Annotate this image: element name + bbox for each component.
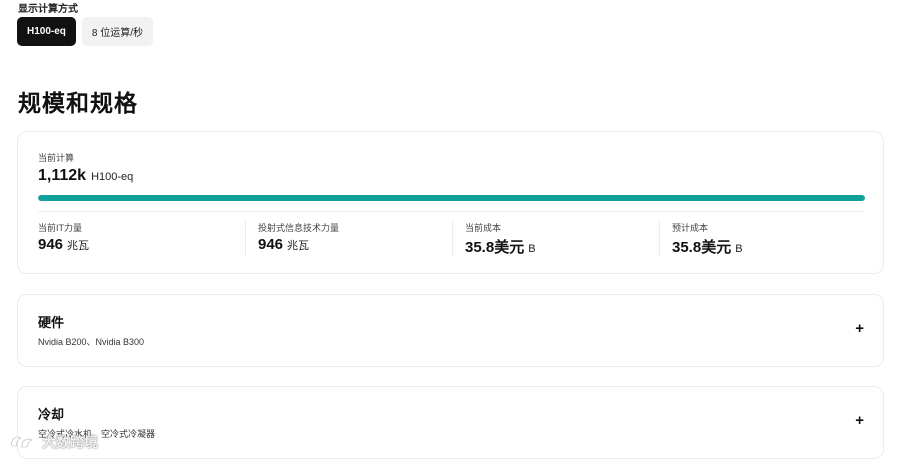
metric-value: 946 (38, 236, 64, 253)
watermark: 大数跨境 (8, 432, 98, 452)
current-compute-unit: H100-eq (91, 171, 134, 183)
watermark-text: 大数跨境 (42, 434, 98, 450)
metric-projected-cost: 预计成本 35.8美元 B (659, 220, 865, 256)
metric-label: 当前IT力量 (38, 223, 82, 233)
metric-projected-it-power: 投射式信息技术力量 946 兆瓦 (245, 220, 452, 256)
metric-unit: 兆瓦 (67, 240, 90, 252)
compute-progress-bar (38, 195, 865, 201)
metric-unit: 兆瓦 (287, 240, 310, 252)
page-title: 规模和规格 (18, 90, 138, 116)
cooling-accordion[interactable]: 冷却 空冷式冷水机、空冷式冷凝器 + (17, 386, 884, 459)
metric-value: 35.8美元 (465, 239, 525, 256)
metric-value: 35.8美元 (672, 239, 732, 256)
watermark-logo-icon (11, 436, 33, 448)
current-compute-value-row: 1,112k H100-eq (38, 167, 133, 185)
toggle-h100-eq-button[interactable]: H100-eq (17, 17, 76, 46)
metric-label: 预计成本 (672, 223, 709, 233)
metric-label: 当前成本 (465, 223, 502, 233)
compute-progress-fill (38, 195, 865, 201)
metric-unit: B (528, 243, 536, 255)
display-mode-toggle: H100-eq 8 位运算/秒 (17, 17, 154, 46)
metric-current-cost: 当前成本 35.8美元 B (452, 220, 659, 256)
card-divider (38, 211, 865, 212)
metric-value-row: 946 兆瓦 (38, 236, 89, 253)
metric-unit: B (735, 243, 743, 255)
plus-icon[interactable]: + (855, 321, 864, 336)
metric-value-row: 35.8美元 B (465, 236, 536, 257)
cooling-title: 冷却 (38, 407, 65, 422)
plus-icon[interactable]: + (855, 413, 864, 428)
compute-card: 当前计算 1,112k H100-eq 当前IT力量 946 兆瓦 投射式信息技… (17, 131, 884, 274)
metric-label: 投射式信息技术力量 (258, 223, 340, 233)
display-mode-label: 显示计算方式 (18, 4, 78, 15)
current-compute-value: 1,112k (38, 167, 87, 184)
hardware-title: 硬件 (38, 315, 65, 330)
metric-value-row: 35.8美元 B (672, 236, 743, 257)
toggle-8bit-ops-button[interactable]: 8 位运算/秒 (81, 17, 154, 46)
metric-value-row: 946 兆瓦 (258, 236, 309, 253)
hardware-accordion[interactable]: 硬件 Nvidia B200、Nvidia B300 + (17, 294, 884, 367)
metric-current-it-power: 当前IT力量 946 兆瓦 (38, 220, 245, 256)
metric-value: 946 (258, 236, 284, 253)
hardware-subtitle: Nvidia B200、Nvidia B300 (38, 337, 145, 347)
current-compute-label: 当前计算 (38, 153, 75, 163)
